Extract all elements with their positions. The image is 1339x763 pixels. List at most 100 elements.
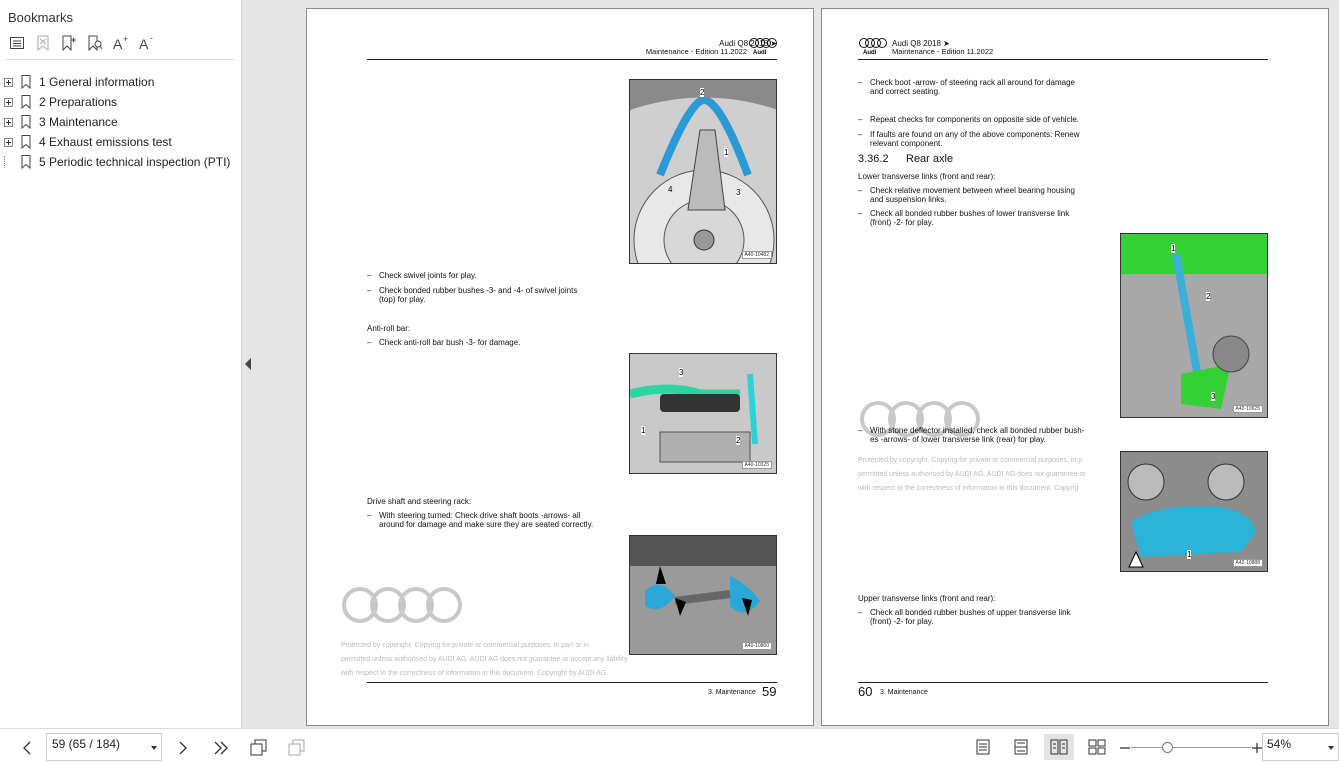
figure-id: A40-10482: [741, 251, 772, 259]
page-number-input[interactable]: 59 (65 / 184): [46, 733, 162, 761]
copyright-line: permitted unless authorised by AUDI AG. …: [341, 656, 628, 663]
status-bar: 59 (65 / 184) 54%: [0, 728, 1339, 763]
bookmark-label: 1 General information: [39, 75, 155, 89]
figure-label: 2: [736, 436, 741, 445]
chevron-down-icon[interactable]: [1328, 746, 1334, 750]
figure-label: 1: [724, 148, 729, 157]
previous-page-button[interactable]: [18, 739, 36, 757]
divider: [6, 59, 234, 60]
instruction-bullet: Check boot -arrow- of steering rack all …: [858, 78, 1075, 87]
page-header-edition: Maintenance - Edition 11.2022: [892, 47, 994, 56]
instruction-bullet: With stone deflector installed, check al…: [858, 426, 1084, 435]
facing-continuous-view-button[interactable]: [1082, 734, 1112, 760]
section-drive-shaft: Drive shaft and steering rack:: [367, 497, 472, 506]
instruction-continuation: (front) -2- for play.: [870, 218, 934, 227]
expand-icon[interactable]: [4, 137, 13, 147]
find-bookmark-icon[interactable]: [86, 34, 104, 52]
footer-rule: [367, 682, 777, 683]
svg-text:+: +: [123, 35, 128, 44]
zoom-level: 54%: [1267, 737, 1292, 751]
footer-rule: [858, 682, 1268, 683]
bookmark-label: 3 Maintenance: [39, 115, 118, 129]
figure-label: 1: [1187, 550, 1192, 559]
expand-icon[interactable]: [4, 77, 13, 87]
instruction-continuation: es -arrows- of lower transverse link (re…: [870, 435, 1046, 444]
instruction-continuation: relevant component.: [870, 139, 943, 148]
zoom-slider-thumb[interactable]: [1161, 742, 1173, 753]
audi-wordmark: Audi: [863, 50, 877, 56]
section-number: 3.36.2: [858, 153, 889, 165]
svg-text:A: A: [113, 36, 123, 51]
sidebar-collapse-handle[interactable]: [242, 0, 256, 728]
page-header-edition: Maintenance - Edition 11.2022: [645, 47, 747, 56]
svg-text:A: A: [139, 36, 149, 51]
copyright-line: Protected by copyright. Copying for priv…: [858, 457, 1083, 464]
instruction-continuation: (front) -2- for play.: [870, 617, 934, 626]
zoom-slider[interactable]: [1131, 747, 1251, 748]
tree-line: [4, 156, 13, 168]
bookmarks-title: Bookmarks: [8, 10, 74, 25]
paste-page-button[interactable]: [288, 739, 306, 757]
instruction-bullet: Check anti-roll bar bush -3- for damage.: [367, 338, 520, 347]
bookmark-item-general-information[interactable]: 1 General information: [4, 72, 230, 92]
figure-stone-deflector: 1 A42-10888: [1120, 451, 1268, 572]
section-antiroll-bar: Anti-roll bar:: [367, 324, 411, 333]
svg-text:-: -: [150, 35, 153, 43]
figure-label: 3: [1211, 392, 1216, 401]
next-page-button[interactable]: [174, 739, 192, 757]
page-60: Audi Audi Q8 2018 ➤ Maintenance - Editio…: [821, 8, 1329, 726]
copyright-line: Protected by copyright. Copying for priv…: [341, 642, 589, 649]
figure-lower-transverse-link: 1 2 3 A42-10625: [1120, 233, 1268, 418]
decrease-font-icon[interactable]: A-: [138, 34, 156, 52]
footer-chapter: 3. Maintenance: [708, 689, 756, 696]
figure-antiroll-bar: 3 1 2 A40-10325: [629, 353, 777, 474]
page-59: Audi Q8 2018 ➤ Maintenance - Edition 11.…: [306, 8, 814, 726]
header-rule: [367, 59, 777, 60]
chevron-down-icon[interactable]: [151, 746, 157, 750]
bookmark-icon: [21, 135, 31, 149]
instruction-bullet: Check all bonded rubber bushes of lower …: [858, 209, 1069, 218]
single-page-view-button[interactable]: [968, 734, 998, 760]
instruction-continuation: and suspension links.: [870, 195, 947, 204]
instruction-bullet: With steering turned: Check drive shaft …: [367, 511, 580, 520]
increase-font-icon[interactable]: A +: [112, 34, 130, 52]
instruction-bullet: Check bonded rubber bushes -3- and -4- o…: [367, 286, 577, 295]
subsection-upper-links: Upper transverse links (front and rear):: [858, 594, 996, 603]
page-number: 60: [858, 684, 873, 699]
figure-label: 3: [736, 188, 741, 197]
figure-drive-shaft: A40-10860: [629, 535, 777, 655]
add-bookmark-icon[interactable]: [60, 34, 78, 52]
zoom-level-select[interactable]: 54%: [1262, 733, 1339, 761]
figure-label: 2: [700, 88, 705, 97]
figure-id: A42-10625: [1232, 405, 1263, 413]
figure-id: A42-10888: [1232, 559, 1263, 567]
instruction-bullet: Check all bonded rubber bushes of upper …: [858, 608, 1071, 617]
options-icon[interactable]: [8, 34, 26, 52]
expand-icon[interactable]: [4, 117, 13, 127]
bookmark-item-exhaust-emissions-test[interactable]: 4 Exhaust emissions test: [4, 132, 230, 152]
header-rule: [858, 59, 1268, 60]
facing-view-button[interactable]: [1044, 734, 1074, 760]
document-viewer[interactable]: Audi Q8 2018 ➤ Maintenance - Edition 11.…: [256, 0, 1339, 728]
bookmark-label: 5 Periodic technical inspection (PTI): [39, 155, 231, 169]
last-page-button[interactable]: [212, 739, 230, 757]
figure-label: 4: [668, 185, 673, 194]
figure-id: A40-10860: [741, 642, 772, 650]
bookmark-item-periodic-technical-inspection[interactable]: 5 Periodic technical inspection (PTI): [4, 152, 230, 172]
copyright-line: with respect to the correctness of infor…: [858, 485, 1079, 492]
continuous-view-button[interactable]: [1006, 734, 1036, 760]
expand-icon[interactable]: [4, 97, 13, 107]
figure-label: 1: [1171, 244, 1176, 253]
delete-bookmark-icon[interactable]: [34, 34, 52, 52]
zoom-out-button[interactable]: [1116, 739, 1134, 757]
audi-watermark-rings: [342, 587, 462, 623]
page-number: 59: [762, 684, 777, 699]
bookmark-item-maintenance[interactable]: 3 Maintenance: [4, 112, 230, 132]
audi-wordmark: Audi: [753, 50, 767, 56]
instruction-continuation: and correct seating.: [870, 87, 941, 96]
section-title: Rear axle: [906, 153, 954, 165]
copy-page-button[interactable]: [250, 739, 268, 757]
bookmark-icon: [21, 115, 31, 129]
bookmark-item-preparations[interactable]: 2 Preparations: [4, 92, 230, 112]
bookmark-tree: 1 General information 2 Preparations 3 M…: [4, 72, 230, 172]
